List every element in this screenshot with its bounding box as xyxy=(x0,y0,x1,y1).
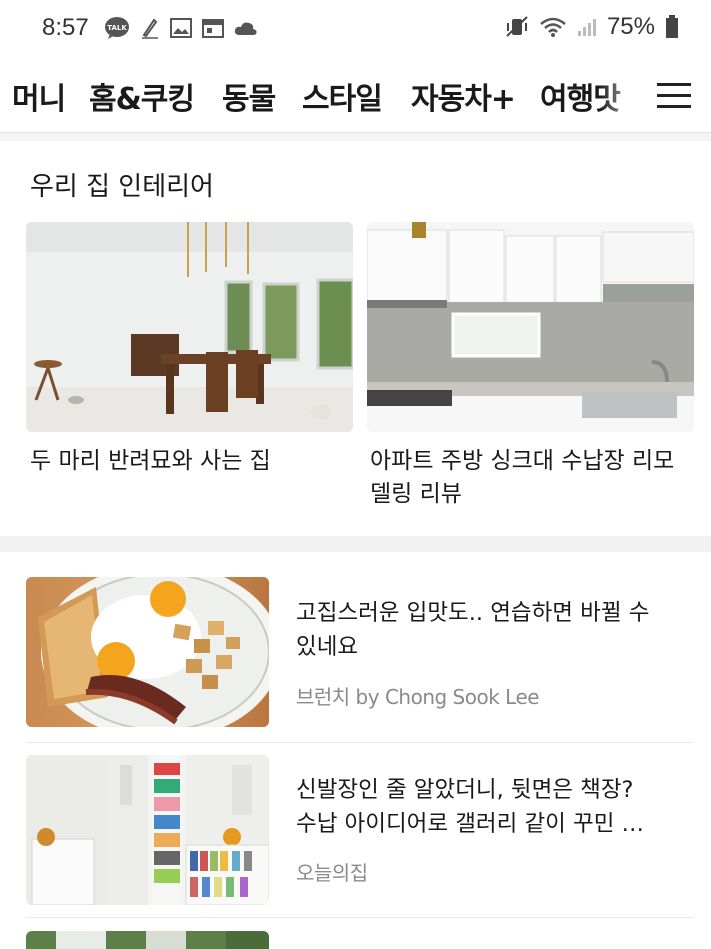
divider xyxy=(26,742,693,743)
menu-icon-line xyxy=(657,83,691,86)
signal-icon xyxy=(577,19,596,36)
mute-vibrate-icon xyxy=(506,16,528,37)
status-bar: 8:57 TALK 75% xyxy=(0,0,711,55)
menu-icon-line xyxy=(657,94,691,97)
next-item-photo[interactable] xyxy=(26,931,269,949)
tab-fade xyxy=(599,60,659,132)
tab-style[interactable]: 스타일 xyxy=(302,74,383,118)
pen-icon xyxy=(142,18,158,39)
battery-percent: 75% xyxy=(606,13,655,40)
calendar-icon xyxy=(202,19,224,38)
section-title: 우리 집 인테리어 xyxy=(30,172,214,202)
tab-car[interactable]: 자동차+ xyxy=(411,74,516,118)
feed-item-title[interactable]: 고집스러운 입맛도.. 연습하면 바뀔 수 있네요 xyxy=(296,596,691,664)
card-title[interactable]: 아파트 주방 싱크대 수납장 리모 델링 리뷰 xyxy=(370,445,674,511)
card-title-line: 델링 리뷰 xyxy=(370,481,462,507)
divider xyxy=(26,917,693,918)
talk-icon: TALK xyxy=(105,17,129,39)
tab-home-cooking[interactable]: 홈&쿠킹 xyxy=(89,74,195,118)
notification-icons: TALK xyxy=(104,14,258,42)
battery-icon xyxy=(666,15,678,38)
card-title[interactable]: 두 마리 반려묘와 사는 집 xyxy=(30,445,271,478)
wifi-icon xyxy=(540,17,566,37)
section-gap xyxy=(0,536,711,552)
category-tab-bar: 머니 홈&쿠킹 동물 스타일 자동차+ 여행맛 xyxy=(0,60,711,133)
menu-icon-line xyxy=(657,105,691,108)
feed-title-line: 수납 아이디어로 갤러리 같이 꾸민 … xyxy=(296,811,645,837)
feed-item-source: 브런치 by Chong Sook Lee xyxy=(296,685,540,709)
feed-title-line: 신발장인 줄 알았더니, 뒷면은 책장? xyxy=(296,777,634,803)
feed-title-line: 있네요 xyxy=(296,634,359,660)
kitchen-photo[interactable] xyxy=(367,222,694,432)
menu-button[interactable] xyxy=(655,77,693,113)
feed-title-line: 고집스러운 입맛도.. 연습하면 바뀔 수 xyxy=(296,600,650,626)
feed-item-source: 오늘의집 xyxy=(296,861,368,885)
image-icon xyxy=(170,18,192,38)
tab-animals[interactable]: 동물 xyxy=(222,74,276,118)
bookshelf-photo[interactable] xyxy=(26,755,269,905)
card-title-line: 아파트 주방 싱크대 수납장 리모 xyxy=(370,448,675,474)
section-gap xyxy=(0,133,711,141)
cloud-icon xyxy=(234,22,257,35)
status-time: 8:57 xyxy=(42,14,89,41)
feed-item-title[interactable]: 신발장인 줄 알았더니, 뒷면은 책장? 수납 아이디어로 갤러리 같이 꾸민 … xyxy=(296,773,691,841)
svg-text:TALK: TALK xyxy=(107,24,127,32)
system-icons: 75% xyxy=(505,12,679,42)
living-room-photo[interactable] xyxy=(26,222,353,432)
breakfast-photo[interactable] xyxy=(26,577,269,727)
tab-money[interactable]: 머니 xyxy=(12,74,66,118)
